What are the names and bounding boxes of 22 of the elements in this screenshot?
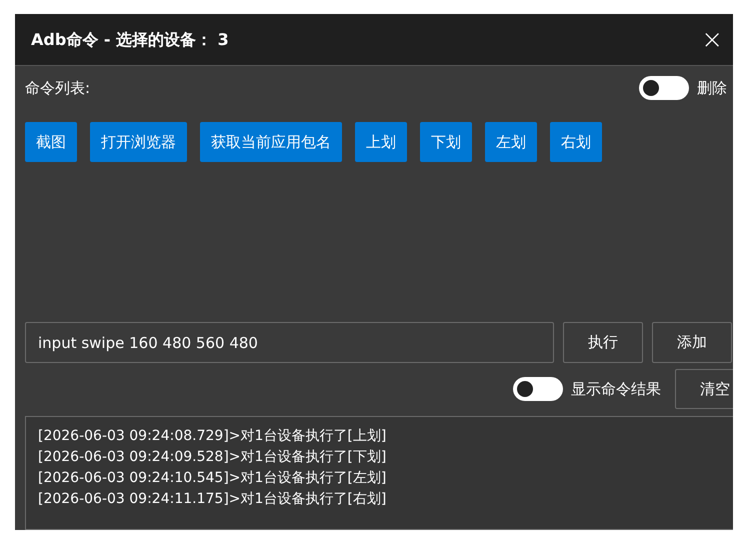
section-label: 命令列表: <box>25 78 90 99</box>
log-line: [2026-06-03 09:24:10.545]>对1台设备执行了[左划] <box>38 469 386 488</box>
toggle-label: 删除 <box>697 78 727 99</box>
clear-button[interactable]: 清空 <box>675 369 733 409</box>
command-button[interactable]: 获取当前应用包名 <box>200 122 342 162</box>
log-line: [2026-06-03 09:24:08.729]>对1台设备执行了[上划] <box>38 427 386 446</box>
toggle-label: 显示命令结果 <box>571 378 661 400</box>
log-line: [2026-06-03 09:24:11.175]>对1台设备执行了[右划] <box>38 490 386 509</box>
command-button[interactable]: 右划 <box>550 122 602 162</box>
command-button[interactable]: 截图 <box>25 122 77 162</box>
window-title: Adb命令 - 选择的设备： 3 <box>31 28 229 50</box>
add-button[interactable]: 添加 <box>652 322 732 363</box>
command-button[interactable]: 下划 <box>420 122 472 162</box>
close-button[interactable]: × <box>701 26 723 52</box>
command-button[interactable]: 左划 <box>485 122 537 162</box>
log-line: [2026-06-03 09:24:09.528]>对1台设备执行了[下划] <box>38 448 386 467</box>
command-button[interactable]: 打开浏览器 <box>90 122 187 162</box>
execute-button[interactable]: 执行 <box>563 322 643 363</box>
command-button[interactable]: 上划 <box>355 122 407 162</box>
toggle-switch[interactable] <box>513 377 563 401</box>
command-input[interactable]: input swipe 160 480 560 480 <box>25 322 554 363</box>
toggle-switch[interactable] <box>639 76 689 100</box>
